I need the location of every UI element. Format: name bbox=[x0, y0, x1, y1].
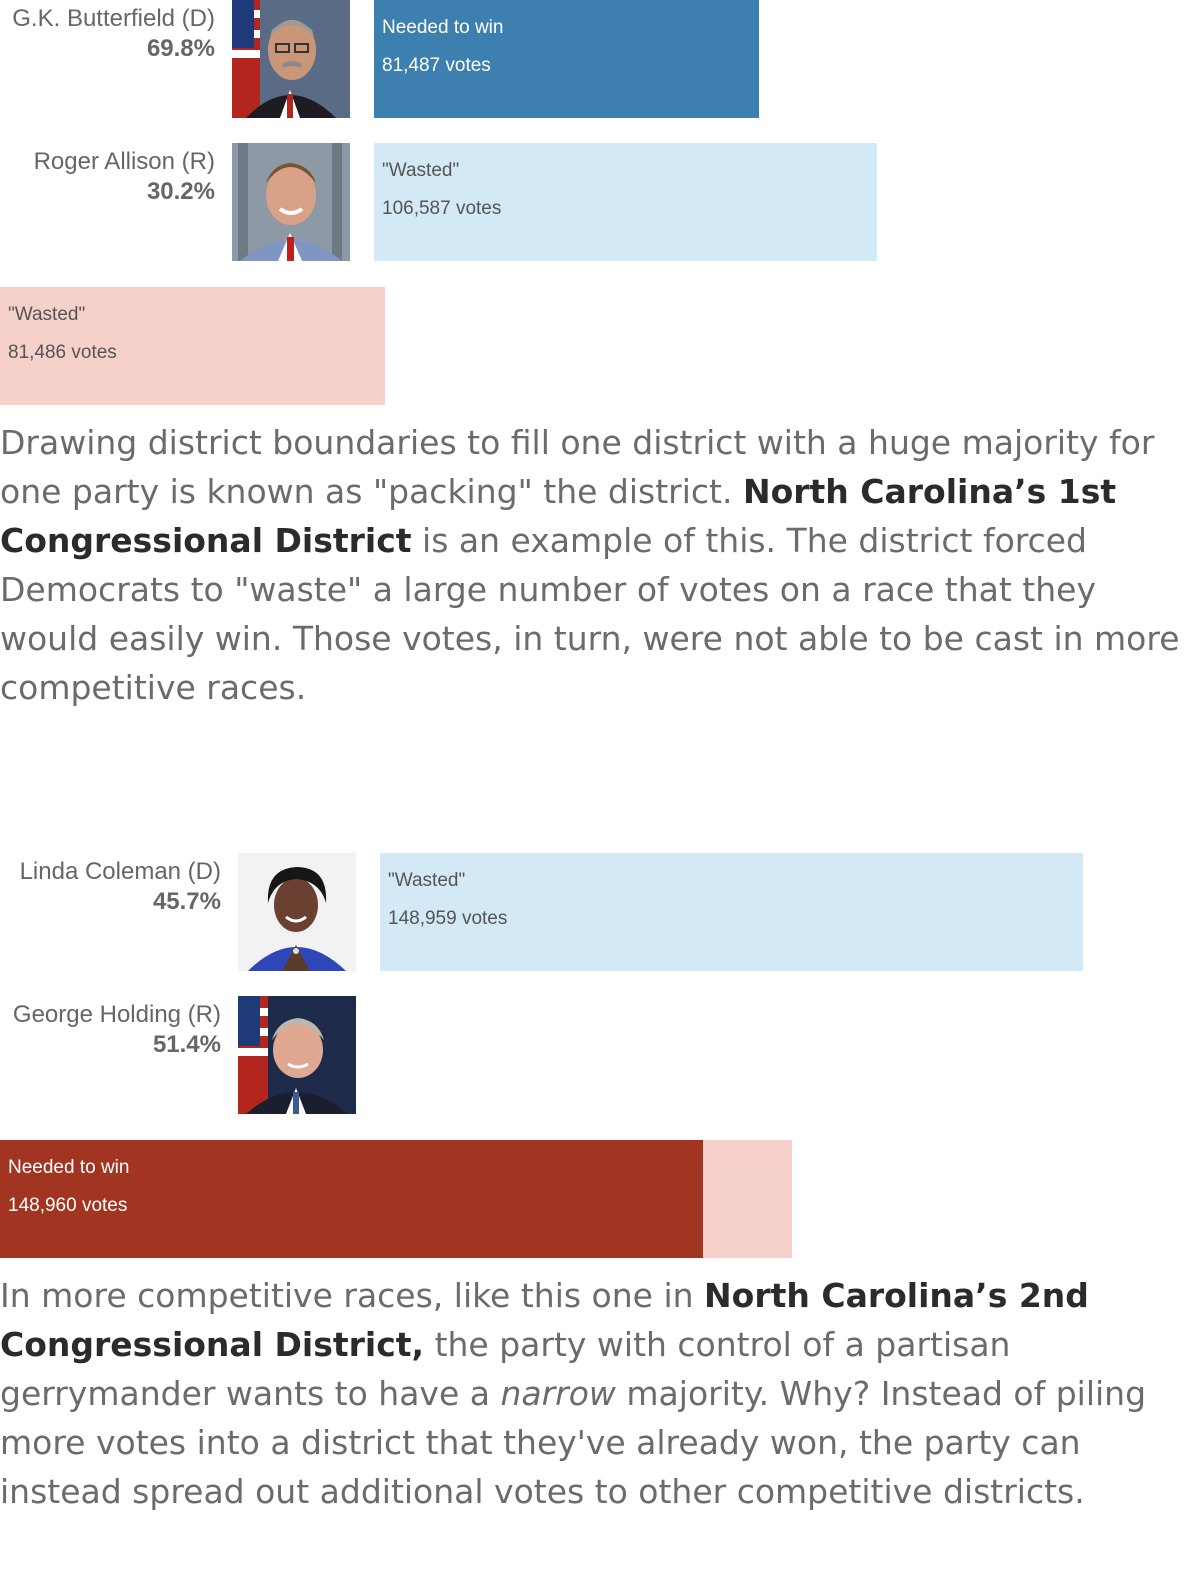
candidate-photo-butterfield bbox=[232, 0, 350, 118]
candidate-name-holding: George Holding (R) bbox=[12, 1001, 221, 1028]
candidate-name-allison: Roger Allison (R) bbox=[33, 148, 215, 175]
bar-wasted-democratic: "Wasted" 106,587 votes bbox=[374, 143, 877, 261]
candidate-pct-butterfield: 69.8% bbox=[146, 35, 215, 62]
candidate-photo-coleman bbox=[238, 853, 356, 971]
bar-label: "Wasted" bbox=[388, 870, 466, 891]
candidate-photo-holding bbox=[238, 996, 356, 1114]
bar-value: 148,960 votes bbox=[8, 1195, 128, 1216]
bar-needed-to-win: Needed to win 81,487 votes bbox=[374, 0, 759, 118]
bar-label: "Wasted" bbox=[382, 160, 460, 181]
bar-label: "Wasted" bbox=[8, 304, 86, 325]
candidate-pct-coleman: 45.7% bbox=[152, 888, 221, 915]
bar-value: 81,486 votes bbox=[8, 342, 117, 363]
paragraph-italic: narrow bbox=[500, 1374, 616, 1413]
bar-wasted-republican: "Wasted" 81,486 votes bbox=[0, 287, 385, 405]
bar-value: 106,587 votes bbox=[382, 198, 502, 219]
paragraph-narrow-majority: In more competitive races, like this one… bbox=[0, 1271, 1190, 1516]
bar-value: 148,959 votes bbox=[388, 908, 508, 929]
candidate-pct-holding: 51.4% bbox=[152, 1031, 221, 1058]
bar-needed-to-win: Needed to win 148,960 votes bbox=[0, 1140, 703, 1258]
candidate-name-coleman: Linda Coleman (D) bbox=[19, 858, 221, 885]
paragraph-packing: Drawing district boundaries to fill one … bbox=[0, 418, 1190, 712]
bar-label: Needed to win bbox=[382, 17, 504, 38]
candidate-name-butterfield: G.K. Butterfield (D) bbox=[12, 5, 215, 32]
bar-value: 81,487 votes bbox=[382, 55, 491, 76]
bar-wasted-democratic: "Wasted" 148,959 votes bbox=[380, 853, 1083, 971]
bar-label: Needed to win bbox=[8, 1157, 130, 1178]
paragraph-text: In more competitive races, like this one… bbox=[0, 1276, 705, 1315]
candidate-pct-allison: 30.2% bbox=[146, 178, 215, 205]
candidate-photo-allison bbox=[232, 143, 350, 261]
